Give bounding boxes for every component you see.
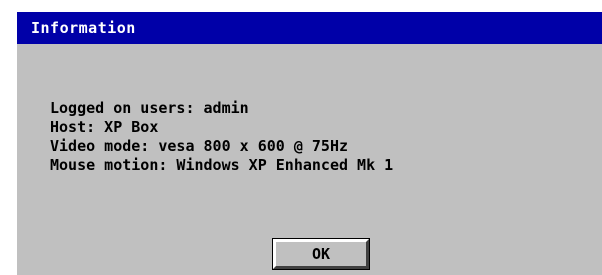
ok-button[interactable]: OK [272, 238, 370, 270]
mouse-motion-text: Mouse motion: Windows XP Enhanced Mk 1 [50, 156, 394, 174]
logged-on-users-text: Logged on users: admin [50, 99, 249, 117]
information-dialog: Information Logged on users: admin Host:… [15, 10, 602, 275]
dialog-title: Information [31, 19, 136, 37]
dialog-titlebar[interactable]: Information [17, 12, 602, 44]
info-text-block: Logged on users: admin Host: XP Box Vide… [50, 99, 393, 175]
host-text: Host: XP Box [50, 118, 159, 136]
video-mode-text: Video mode: vesa 800 x 600 @ 75Hz [50, 137, 349, 155]
ok-button-label: OK [311, 245, 331, 263]
